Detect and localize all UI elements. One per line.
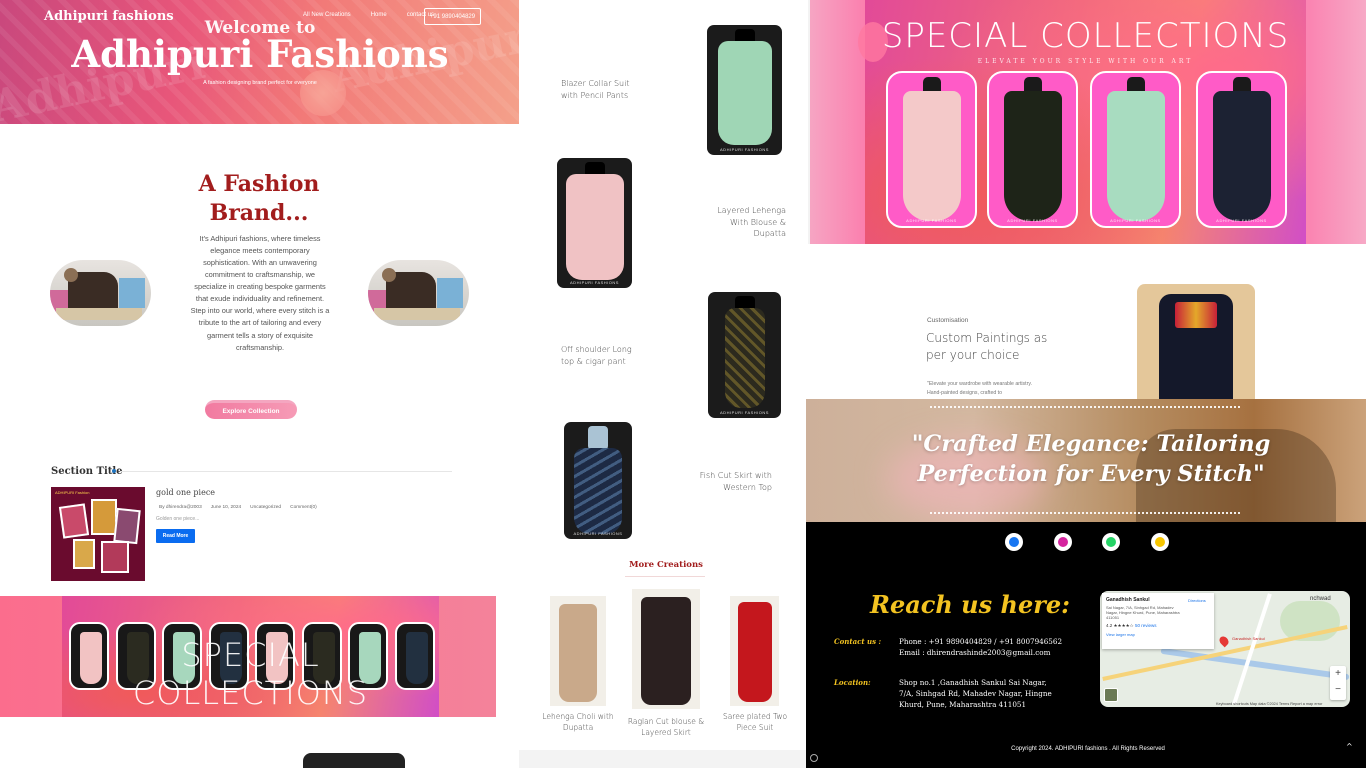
special-collections-title: SPECIAL COLLECTIONS	[132, 636, 369, 712]
facebook-icon[interactable]	[1005, 533, 1023, 551]
instagram-icon[interactable]	[1054, 533, 1072, 551]
special-collections-title: SPECIAL COLLECTIONS	[881, 16, 1290, 56]
phone-button[interactable]: +91 9890404829	[424, 8, 481, 25]
customisation-heading: Custom Paintings as per your choice	[926, 331, 1048, 362]
product-tag: ADHIPURI FASHIONS	[573, 531, 623, 536]
product-card[interactable]: ADHIPURI FASHIONS	[708, 292, 781, 418]
product-label: Layered Lehenga With Blouse & Dupatta	[717, 206, 786, 239]
creation-image[interactable]	[550, 596, 606, 706]
map-reviews-link[interactable]: 50 reviews	[1135, 623, 1157, 628]
more-creations-divider	[625, 576, 705, 577]
snapchat-icon[interactable]	[1151, 533, 1169, 551]
collection-card-tag: ADHIPURI FASHIONS	[1216, 218, 1267, 223]
collection-card[interactable]: ADHIPURI FASHIONS	[886, 71, 977, 228]
creation-label: Lehenga Choli with Dupatta	[542, 712, 614, 732]
brand-heading: A Fashion Brand...	[198, 171, 320, 226]
quote-divider	[930, 406, 1240, 408]
contact-label: Contact us :	[834, 637, 882, 646]
map-directions-link[interactable]: Directions	[1188, 598, 1206, 603]
product-label: Blazer Collar Suit with Pencil Pants	[561, 79, 630, 100]
post-excerpt: Golden one piece...	[156, 516, 200, 522]
settings-circle-icon[interactable]	[810, 754, 818, 762]
hero-flower-decoration	[300, 70, 346, 116]
explore-collection-button[interactable]: Explore Collection	[205, 400, 297, 419]
more-creations-title: More Creations	[629, 560, 703, 570]
view-larger-map-link[interactable]: View larger map	[1106, 632, 1210, 637]
map-zoom-controls[interactable]: + −	[1330, 666, 1346, 700]
product-tag: ADHIPURI FASHIONS	[570, 280, 619, 285]
collection-dress	[1106, 91, 1165, 221]
product-card-partial	[303, 753, 405, 768]
whatsapp-icon[interactable]	[1102, 533, 1120, 551]
product-showcase-gutter	[496, 420, 519, 768]
quote-divider	[930, 512, 1240, 514]
post-thumbnail-caption: ADHIPURI Fashion	[55, 490, 90, 495]
product-tag: ADHIPURI FASHIONS	[720, 147, 769, 152]
creation-label: Saree plated Two Piece Suit	[722, 712, 788, 732]
customisation-kicker: Customisation	[927, 317, 969, 324]
collection-dress	[902, 91, 961, 221]
hero-subtitle: A fashion designing brand perfect for ev…	[203, 80, 317, 86]
post-date: June 10, 2024	[210, 505, 242, 510]
section-divider	[120, 471, 452, 472]
map-pin-label: Ganadhish Sankul	[1232, 636, 1265, 641]
collection-card[interactable]: ADHIPURI FASHIONS	[987, 71, 1078, 228]
contact-email[interactable]: Email : dhirendrashinde2003@gmail.com	[899, 647, 1089, 658]
hero-title: Adhipuri Fashions	[71, 32, 449, 76]
customisation-section	[808, 244, 1366, 400]
customisation-text: "Elevate your wardrobe with wearable art…	[927, 381, 1032, 396]
location-address: Shop no.1 ,Ganadhish Sankul Sai Nagar, 7…	[899, 678, 1052, 710]
read-more-button[interactable]: Read More	[156, 529, 195, 543]
special-collections-subtitle: ELEVATE YOUR STYLE WITH OUR ART	[977, 58, 1194, 65]
post-category[interactable]: Uncategorized	[250, 505, 281, 510]
post-comments[interactable]: Comment(0)	[290, 505, 317, 510]
section-title-dot	[112, 469, 116, 473]
site-logo-text[interactable]: Adhipuri fashions	[44, 9, 174, 24]
product-label: Off shoulder Long top & cigar pant	[561, 345, 632, 366]
product-card[interactable]: ADHIPURI FASHIONS	[564, 422, 632, 539]
contact-phone[interactable]: Phone : +91 9890404829 / +91 8007946562	[899, 636, 1089, 647]
product-card[interactable]: ADHIPURI FASHIONS	[557, 158, 632, 288]
map-place-address: Sai Nagar, 7/A, Sinhgad Rd, Mahadev Naga…	[1106, 605, 1180, 621]
creation-image[interactable]	[730, 596, 779, 706]
brand-description: It's Adhipuri fashions, where timeless e…	[190, 234, 330, 352]
collection-dress	[1212, 91, 1271, 221]
zoom-in-icon[interactable]: +	[1330, 666, 1346, 682]
scroll-to-top-icon[interactable]: ^	[1346, 742, 1353, 751]
post-title[interactable]: gold one piece	[156, 488, 215, 497]
collection-card-tag: ADHIPURI FASHIONS	[1110, 218, 1161, 223]
sewing-machine-image	[368, 260, 469, 326]
product-tag: ADHIPURI FASHIONS	[720, 410, 769, 415]
custom-painting-image[interactable]	[1137, 284, 1255, 400]
copyright-text: Copyright 2024. ADHIPURI fashions . All …	[1011, 746, 1165, 752]
sewing-machine-image	[50, 260, 151, 326]
zoom-out-icon[interactable]: −	[1330, 682, 1346, 698]
nav-item-home[interactable]: Home	[371, 12, 387, 18]
product-label: Fish Cut Skirt with Western Top	[699, 471, 772, 492]
post-meta: By dhirendra@2003 June 10, 2024 Uncatego…	[159, 505, 317, 510]
quote-text: "Crafted Elegance: Tailoring Perfection …	[911, 431, 1271, 487]
location-label: Location:	[834, 678, 871, 687]
creation-label: Raglan Cut blouse & Layered Skirt	[627, 717, 705, 737]
creation-image[interactable]	[632, 589, 700, 709]
post-thumbnail[interactable]	[51, 487, 145, 581]
collection-card-tag: ADHIPURI FASHIONS	[906, 218, 957, 223]
map-rating: 4.2 ★★★★☆ 50 reviews	[1106, 622, 1157, 628]
product-dress	[717, 41, 772, 145]
post-author[interactable]: By dhirendra@2003	[159, 505, 202, 510]
collection-card[interactable]: ADHIPURI FASHIONS	[1090, 71, 1181, 228]
collection-card-tag: ADHIPURI FASHIONS	[1007, 218, 1058, 223]
map-satellite-toggle[interactable]	[1104, 688, 1118, 702]
page-bottom	[0, 717, 496, 768]
collection-card[interactable]: ADHIPURI FASHIONS	[1196, 71, 1287, 228]
map-town-label: nchwad	[1310, 596, 1331, 602]
map-attribution: Keyboard shortcuts Map data ©2024 Terms …	[1216, 702, 1323, 706]
product-card[interactable]: ADHIPURI FASHIONS	[707, 25, 782, 155]
reach-us-title: Reach us here:	[870, 590, 1070, 619]
collection-dress	[1003, 91, 1062, 221]
